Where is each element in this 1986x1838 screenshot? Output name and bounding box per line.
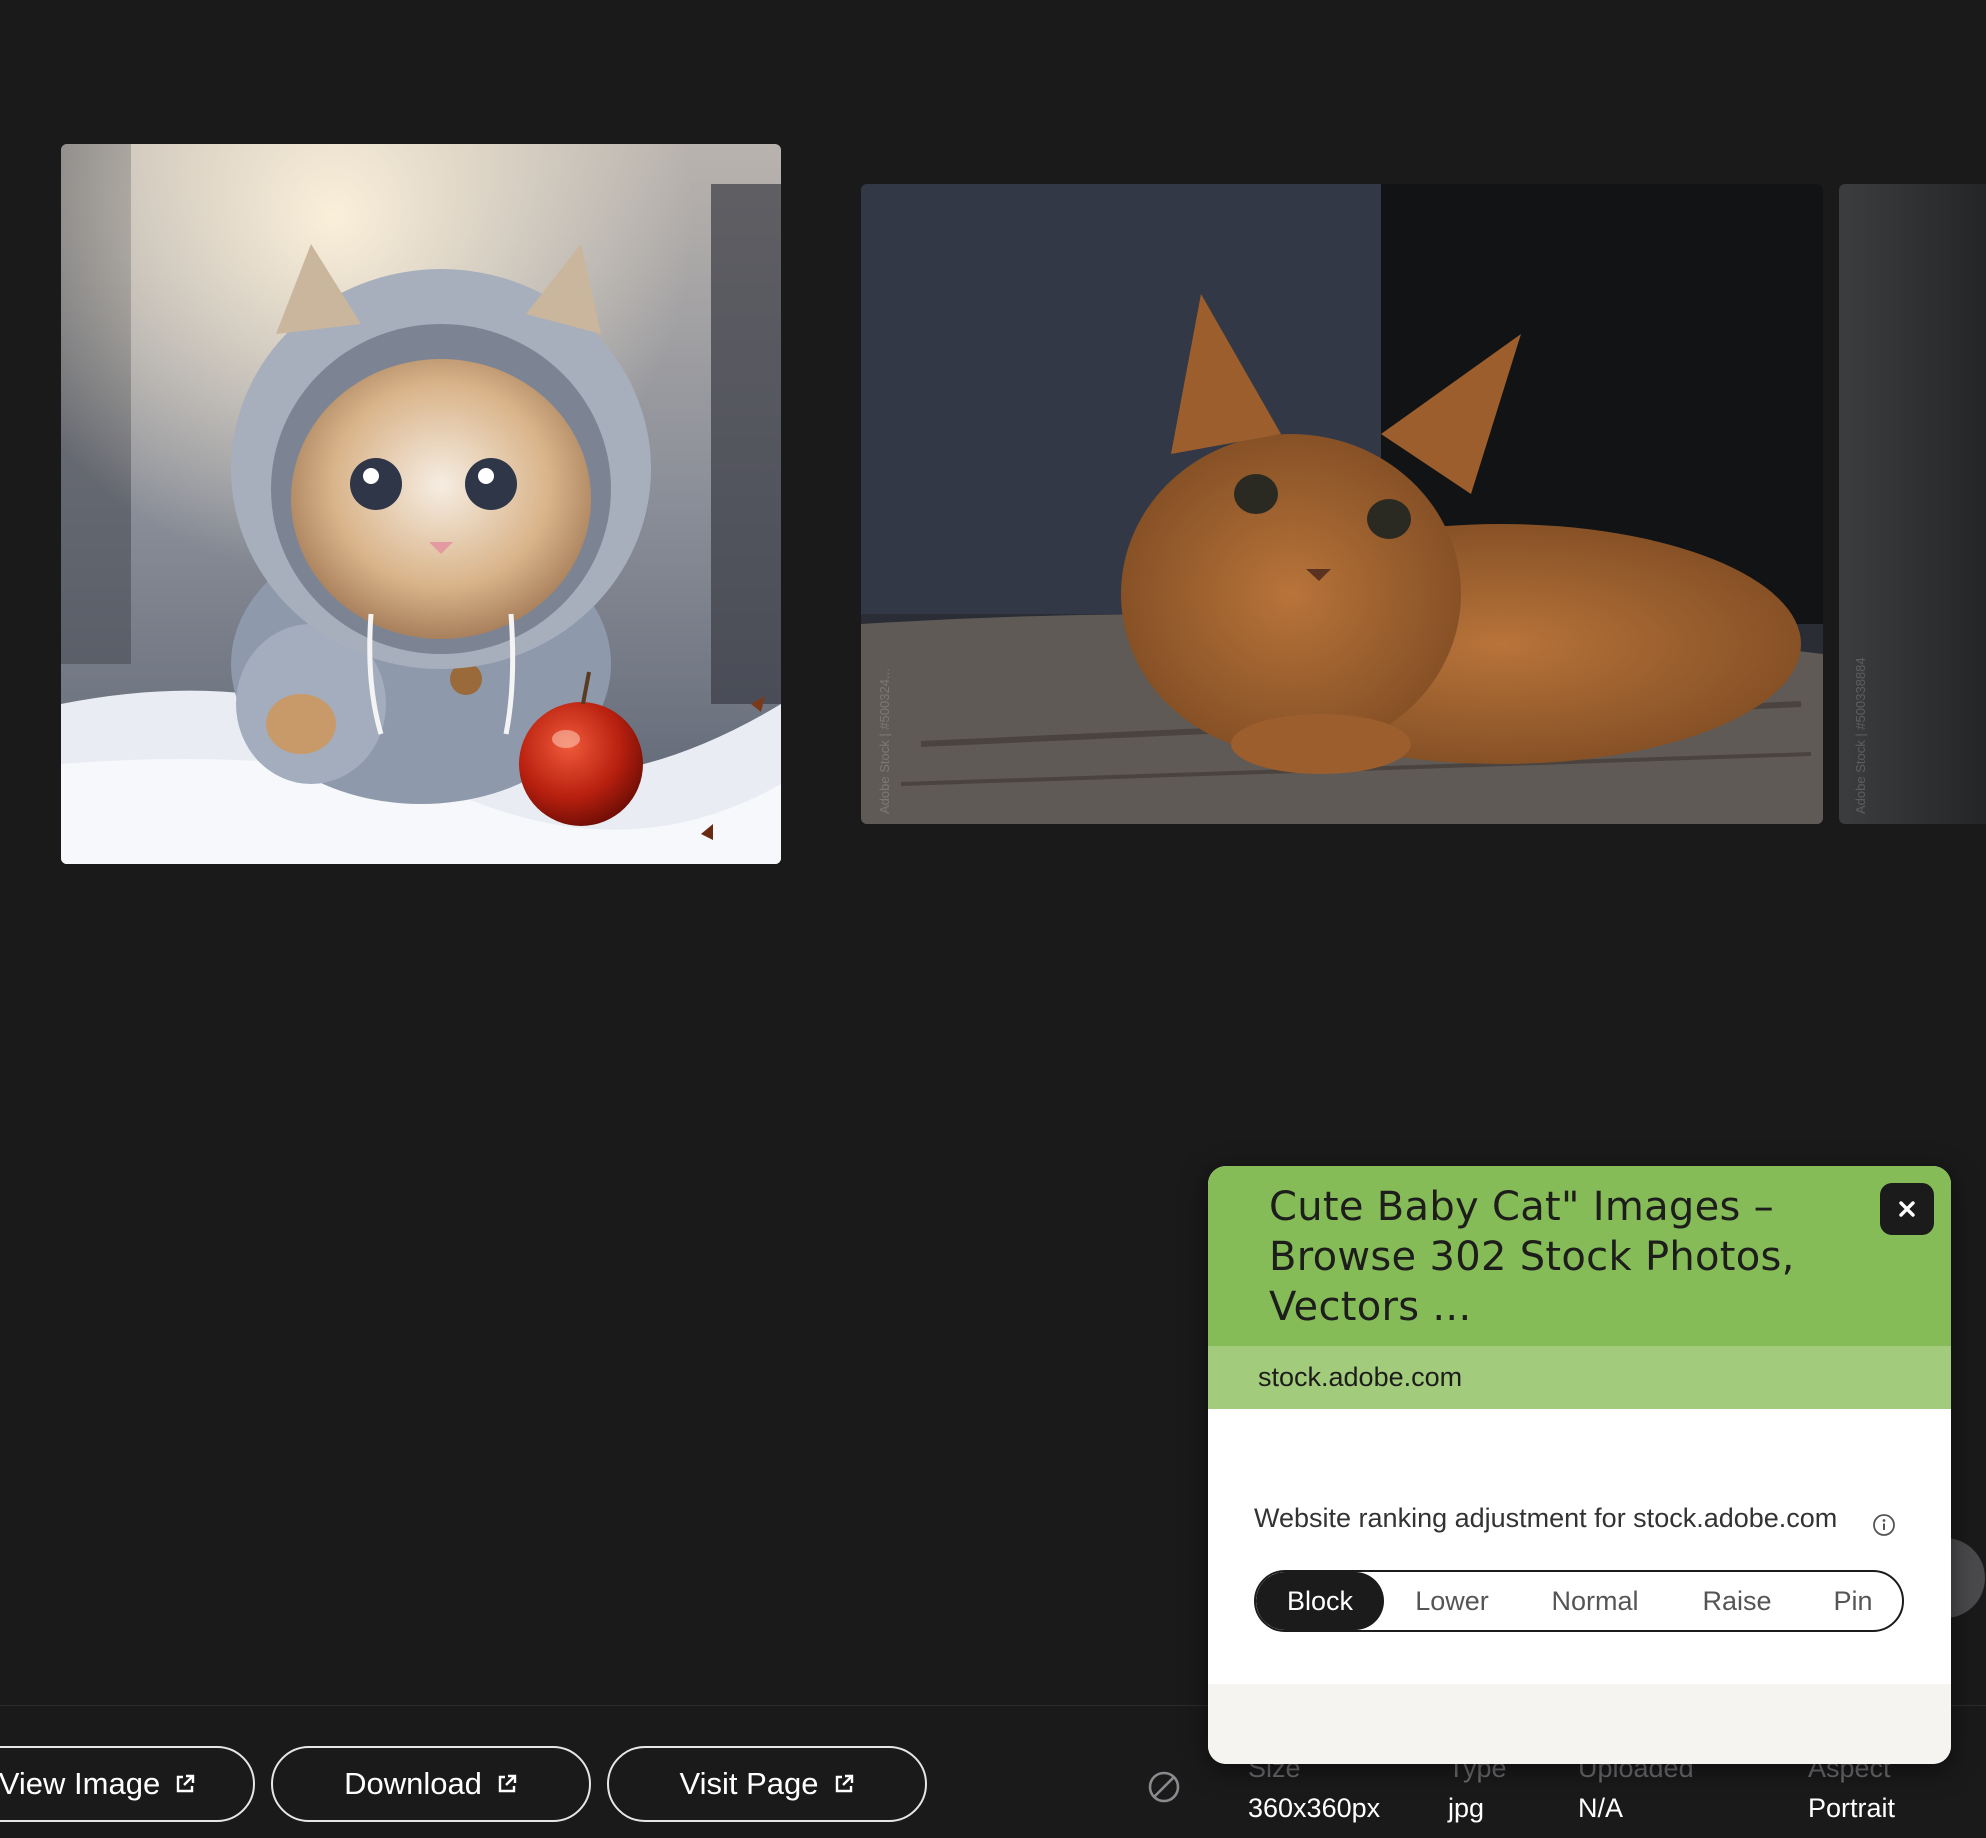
external-link-icon [177, 1774, 195, 1793]
close-button[interactable] [1880, 1183, 1934, 1235]
meta-type-value: jpg [1448, 1793, 1485, 1823]
image-watermark: Adobe Stock | #500324... [877, 668, 892, 814]
external-link-icon [498, 1774, 517, 1793]
ranking-option-raise[interactable]: Raise [1670, 1572, 1804, 1630]
ranking-option-block[interactable]: Block [1256, 1572, 1384, 1630]
download-button[interactable]: Download [271, 1746, 591, 1822]
popup-footer [1208, 1684, 1951, 1764]
meta-aspect-value: Portrait [1808, 1793, 1896, 1823]
kitten-in-hoodie-image[interactable] [61, 144, 781, 864]
popup-title: Cute Baby Cat" Images – Browse 302 Stock… [1269, 1184, 1795, 1330]
view-image-label: View Image [0, 1766, 161, 1801]
download-label: Download [344, 1766, 482, 1801]
partial-image[interactable]: Adobe Stock | #500338884 [1839, 184, 1986, 824]
ranking-option-normal[interactable]: Normal [1520, 1572, 1670, 1630]
visit-page-button[interactable]: Visit Page [607, 1746, 927, 1822]
ranking-option-lower[interactable]: Lower [1384, 1572, 1520, 1630]
meta-uploaded-value: N/A [1578, 1793, 1624, 1823]
ranking-option-pin[interactable]: Pin [1804, 1572, 1902, 1630]
popup-domain: stock.adobe.com [1258, 1362, 1463, 1392]
close-icon [1899, 1201, 1915, 1217]
info-icon[interactable] [1872, 1513, 1896, 1537]
view-image-button[interactable]: View Image [0, 1746, 255, 1822]
popup-header: Cute Baby Cat" Images – Browse 302 Stock… [1208, 1166, 1951, 1346]
ranking-popup: Cute Baby Cat" Images – Browse 302 Stock… [1208, 1166, 1951, 1764]
image-watermark: Adobe Stock | #500338884 [1853, 657, 1868, 814]
visit-page-label: Visit Page [679, 1766, 819, 1801]
ranking-segmented-control: Block Lower Normal Raise Pin [1254, 1570, 1904, 1632]
orange-kitten-image[interactable]: Adobe Stock | #500324... [861, 184, 1823, 824]
ranking-label: Website ranking adjustment for stock.ado… [1254, 1503, 1838, 1533]
external-link-icon [835, 1774, 853, 1793]
block-icon[interactable] [1147, 1770, 1181, 1804]
meta-size-value: 360x360px [1248, 1793, 1381, 1823]
popup-domain-bar: stock.adobe.com [1208, 1346, 1951, 1409]
